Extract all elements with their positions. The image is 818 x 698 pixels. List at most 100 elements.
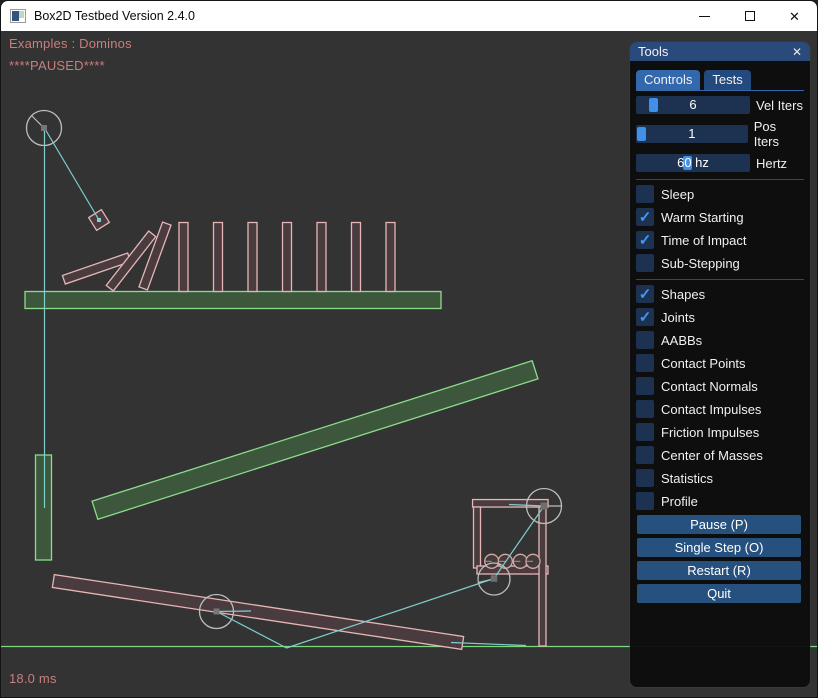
- tab-controls[interactable]: Controls: [636, 70, 700, 90]
- domino-standing: [352, 223, 361, 292]
- slider-row-vel-iters: 6 Vel Iters: [636, 96, 804, 114]
- restart-r-button[interactable]: Restart (R): [637, 561, 801, 580]
- slider-track-hertz[interactable]: 60 hz: [636, 154, 750, 172]
- tools-panel-titlebar[interactable]: Tools ✕: [630, 42, 810, 61]
- checkbox-label: Center of Masses: [661, 448, 763, 463]
- title-bar: Box2D Testbed Version 2.4.0 ✕: [1, 1, 817, 31]
- tools-close-icon[interactable]: ✕: [792, 45, 802, 59]
- checkbox-row-statistics: Statistics: [636, 469, 804, 487]
- slider-track-pos-iters[interactable]: 1: [636, 125, 748, 143]
- slider-track-vel-iters[interactable]: 6: [636, 96, 750, 114]
- checkbox-contact-points[interactable]: [636, 354, 654, 372]
- checkbox-row-joints: ✓ Joints: [636, 308, 804, 326]
- checkbox-row-contact-impulses: Contact Impulses: [636, 400, 804, 418]
- joint-anchor: [541, 503, 548, 510]
- checkbox-joints[interactable]: ✓: [636, 308, 654, 326]
- slider-section: 6 Vel Iters 1Pos Iters 60 hz Hertz: [636, 96, 804, 172]
- checkbox-label: AABBs: [661, 333, 702, 348]
- domino-standing: [214, 223, 223, 292]
- checkbox-contact-normals[interactable]: [636, 377, 654, 395]
- app-window: Box2D Testbed Version 2.4.0 ✕ Examples :…: [0, 0, 818, 698]
- seesaw-plank: [52, 575, 463, 650]
- window-controls: ✕: [682, 1, 817, 31]
- checkbox-row-warm-starting: ✓ Warm Starting: [636, 208, 804, 226]
- solver-checkbox-section: Sleep ✓ Warm Starting ✓ Time of Impact Sub-St…: [636, 185, 804, 272]
- slider-label: Vel Iters: [756, 98, 803, 113]
- checkbox-label: Contact Points: [661, 356, 746, 371]
- domino-standing: [386, 223, 395, 292]
- joint-anchor: [491, 575, 498, 582]
- tools-panel-body: ControlsTests 6 Vel Iters 1Pos Iters 60 hz H…: [630, 61, 810, 603]
- slider-label: Hertz: [756, 156, 787, 171]
- domino-standing: [248, 223, 257, 292]
- checkmark-icon: ✓: [639, 233, 652, 248]
- checkbox-row-center-of-masses: Center of Masses: [636, 446, 804, 464]
- button-section: Pause (P) Single Step (O) Restart (R) Quit: [636, 515, 804, 603]
- minimize-button[interactable]: [682, 1, 727, 31]
- checkbox-row-sub-stepping: Sub-Stepping: [636, 254, 804, 272]
- window-title: Box2D Testbed Version 2.4.0: [34, 9, 195, 23]
- checkbox-label: Statistics: [661, 471, 713, 486]
- checkbox-row-sleep: Sleep: [636, 185, 804, 203]
- checkbox-label: Friction Impulses: [661, 425, 759, 440]
- domino-standing: [317, 223, 326, 292]
- maximize-button[interactable]: [727, 1, 772, 31]
- checkbox-aabbs[interactable]: [636, 331, 654, 349]
- joint-line: [45, 128, 100, 220]
- checkbox-warm-starting[interactable]: ✓: [636, 208, 654, 226]
- separator: [636, 279, 804, 280]
- checkbox-row-friction-impulses: Friction Impulses: [636, 423, 804, 441]
- pause-p-button[interactable]: Pause (P): [637, 515, 801, 534]
- slider-value: 60 hz: [636, 154, 750, 172]
- checkbox-center-of-masses[interactable]: [636, 446, 654, 464]
- checkmark-icon: ✓: [639, 210, 652, 225]
- tab-bar: ControlsTests: [636, 70, 804, 91]
- slider-value: 1: [636, 125, 748, 143]
- checkbox-friction-impulses[interactable]: [636, 423, 654, 441]
- checkbox-label: Joints: [661, 310, 695, 325]
- frame-right-leg: [539, 507, 546, 646]
- joint-anchor: [97, 218, 101, 222]
- domino-standing: [283, 223, 292, 292]
- checkbox-row-contact-points: Contact Points: [636, 354, 804, 372]
- domino-platform: [25, 292, 441, 309]
- slider-value: 6: [636, 96, 750, 114]
- maximize-icon: [745, 11, 755, 21]
- slider-row-pos-iters: 1Pos Iters: [636, 119, 804, 149]
- example-label: Examples : Dominos: [9, 36, 132, 51]
- checkbox-shapes[interactable]: ✓: [636, 285, 654, 303]
- checkbox-label: Warm Starting: [661, 210, 744, 225]
- checkbox-row-aabbs: AABBs: [636, 331, 804, 349]
- checkbox-label: Time of Impact: [661, 233, 746, 248]
- checkbox-label: Sub-Stepping: [661, 256, 740, 271]
- checkbox-profile[interactable]: [636, 492, 654, 510]
- vertical-green-bar: [36, 455, 52, 560]
- checkbox-label: Sleep: [661, 187, 694, 202]
- checkmark-icon: ✓: [639, 287, 652, 302]
- slider-row-hertz: 60 hz Hertz: [636, 154, 804, 172]
- minimize-icon: [699, 16, 710, 17]
- frame-left-leg: [474, 507, 481, 568]
- display-checkbox-section: ✓ Shapes ✓ Joints AABBs Contact Points Contact…: [636, 285, 804, 510]
- close-button[interactable]: ✕: [772, 1, 817, 31]
- joint-line: [217, 611, 252, 612]
- checkbox-time-of-impact[interactable]: ✓: [636, 231, 654, 249]
- quit-button[interactable]: Quit: [637, 584, 801, 603]
- checkbox-contact-impulses[interactable]: [636, 400, 654, 418]
- tab-tests[interactable]: Tests: [704, 70, 750, 90]
- checkbox-label: Contact Normals: [661, 379, 758, 394]
- single-step-o-button[interactable]: Single Step (O): [637, 538, 801, 557]
- tools-panel: Tools ✕ ControlsTests 6 Vel Iters 1Pos Ite…: [630, 42, 810, 687]
- app-icon: [10, 9, 26, 23]
- checkbox-statistics[interactable]: [636, 469, 654, 487]
- frame-time-label: 18.0 ms: [9, 671, 57, 686]
- checkbox-row-time-of-impact: ✓ Time of Impact: [636, 231, 804, 249]
- paused-label: ****PAUSED****: [9, 58, 105, 73]
- checkbox-label: Contact Impulses: [661, 402, 761, 417]
- checkbox-row-contact-normals: Contact Normals: [636, 377, 804, 395]
- checkbox-sub-stepping[interactable]: [636, 254, 654, 272]
- checkbox-sleep[interactable]: [636, 185, 654, 203]
- joint-anchor: [214, 609, 220, 615]
- close-icon: ✕: [789, 10, 800, 23]
- checkbox-label: Shapes: [661, 287, 705, 302]
